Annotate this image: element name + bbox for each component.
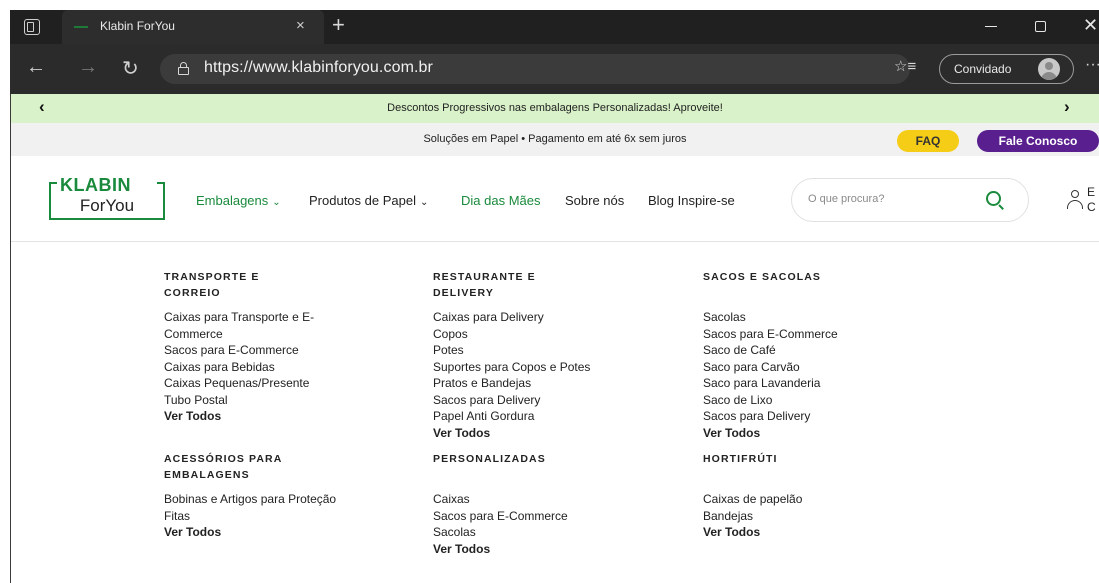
info-bar: Soluções em Papel • Pagamento em até 6x … [11,123,1099,156]
menu-item[interactable]: Potes [433,342,663,359]
menu-item[interactable]: Pratos e Bandejas [433,375,663,392]
logo-text-bottom: ForYou [79,196,135,215]
menu-heading: RESTAURANTE E DELIVERY [433,271,536,299]
minimize-icon[interactable] [985,26,997,27]
nav-dia-das-maes[interactable]: Dia das Mães [461,193,540,208]
menu-heading: PERSONALIZADAS [433,453,546,465]
menu-item[interactable]: Saco para Lavanderia [703,375,933,392]
back-icon[interactable]: ← [26,56,46,79]
menu-item[interactable]: Caixas Pequenas/Presente [164,375,354,392]
menu-column-hortifruti: HORTIFRÚTI Caixas de papelão Bandejas Ve… [703,451,933,541]
see-all-link[interactable]: Ver Todos [164,408,354,425]
mega-menu: TRANSPORTE E CORREIO Caixas para Transpo… [11,243,1099,583]
browser-titlebar: Klabin ForYou × + ✕ [10,10,1099,44]
see-all-link[interactable]: Ver Todos [164,524,394,541]
menu-item[interactable]: Caixas [433,491,663,508]
menu-item[interactable]: Sacos para E-Commerce [433,508,663,525]
nav-sobre-nos[interactable]: Sobre nós [565,193,624,208]
menu-column-restaurante: RESTAURANTE E DELIVERY Caixas para Deliv… [433,269,663,441]
menu-item[interactable]: Papel Anti Gordura [433,408,663,425]
menu-item[interactable]: Tubo Postal [164,392,354,409]
search-input[interactable] [808,193,978,205]
browser-toolbar: ← → ↻ https://www.klabinforyou.com.br ☆≡… [10,44,1099,94]
menu-item[interactable]: Saco para Carvão [703,359,933,376]
menu-item[interactable]: Caixas para Delivery [433,309,663,326]
menu-item[interactable]: Sacos para Delivery [703,408,933,425]
contact-button[interactable]: Fale Conosco [977,130,1099,152]
nav-label: Embalagens [196,193,269,208]
see-all-link[interactable]: Ver Todos [433,541,663,558]
avatar [1038,58,1060,80]
tab-close-icon[interactable]: × [296,17,305,34]
nav-produtos-de-papel[interactable]: Produtos de Papel ⌄ [309,193,428,208]
profile-label: Convidado [954,62,1012,76]
menu-item[interactable]: Sacos para Delivery [433,392,663,409]
menu-item[interactable]: Sacos para E-Commerce [703,326,933,343]
menu-heading: ACESSÓRIOS PARA EMBALAGENS [164,453,283,481]
see-all-link[interactable]: Ver Todos [703,425,933,442]
chevron-down-icon: ⌄ [419,197,429,208]
see-all-link[interactable]: Ver Todos [703,524,933,541]
menu-column-personalizadas: PERSONALIZADAS Caixas Sacos para E-Comme… [433,451,663,557]
tab-actions-icon[interactable] [24,19,40,35]
more-icon[interactable]: ··· [1085,56,1099,74]
forward-icon[interactable]: → [78,56,98,79]
menu-item[interactable]: Sacos para E-Commerce [164,342,354,359]
faq-button[interactable]: FAQ [897,130,959,152]
menu-item[interactable]: Sacolas [703,309,933,326]
new-tab-icon[interactable]: + [332,12,345,38]
favorites-icon[interactable]: ☆≡ [894,57,916,75]
menu-column-transporte: TRANSPORTE E CORREIO Caixas para Transpo… [164,269,384,425]
browser-tab[interactable]: Klabin ForYou × [62,10,324,44]
profile-button[interactable]: Convidado [939,54,1074,84]
menu-item[interactable]: Caixas para Transporte e E-Commerce [164,309,354,342]
chevron-right-icon[interactable]: › [1064,97,1070,117]
menu-item[interactable]: Copos [433,326,663,343]
menu-item[interactable]: Bobinas e Artigos para Proteção [164,491,394,508]
user-icon[interactable] [1067,190,1083,210]
menu-heading: HORTIFRÚTI [703,453,778,465]
tab-title: Klabin ForYou [100,19,175,33]
menu-heading: TRANSPORTE E CORREIO [164,271,260,299]
tab-favicon-icon [74,26,88,28]
klabin-logo[interactable]: KLABIN ForYou [49,175,165,222]
menu-item[interactable]: Caixas para Bebidas [164,359,354,376]
address-bar[interactable]: https://www.klabinforyou.com.br [160,54,910,84]
menu-heading: SACOS E SACOLAS [703,271,822,283]
site-header: KLABIN ForYou Embalagens ⌄ Produtos de Pa… [11,156,1099,242]
user-text[interactable]: E C [1087,185,1099,215]
nav-blog[interactable]: Blog Inspire-se [648,193,735,208]
search-icon[interactable] [986,191,1006,211]
menu-item[interactable]: Caixas de papelão [703,491,933,508]
menu-item[interactable]: Suportes para Copos e Potes [433,359,663,376]
menu-item[interactable]: Sacolas [433,524,663,541]
refresh-icon[interactable]: ↻ [122,56,139,81]
chevron-down-icon: ⌄ [272,197,281,208]
logo-text-top: KLABIN [60,175,131,195]
menu-column-acessorios: ACESSÓRIOS PARA EMBALAGENS Bobinas e Art… [164,451,394,541]
menu-item[interactable]: Fitas [164,508,394,525]
promo-text[interactable]: Descontos Progressivos nas embalagens Pe… [11,102,1099,114]
menu-column-sacos: SACOS E SACOLAS Sacolas Sacos para E-Com… [703,269,933,441]
url-text[interactable]: https://www.klabinforyou.com.br [204,59,433,77]
nav-embalagens[interactable]: Embalagens ⌄ [196,193,281,208]
nav-label: Produtos de Papel [309,193,416,208]
menu-item[interactable]: Saco de Lixo [703,392,933,409]
menu-item[interactable]: Bandejas [703,508,933,525]
search-box [791,178,1029,222]
maximize-icon[interactable] [1035,21,1046,32]
see-all-link[interactable]: Ver Todos [433,425,663,442]
menu-item[interactable]: Saco de Café [703,342,933,359]
close-window-icon[interactable]: ✕ [1083,15,1098,36]
promo-banner: ‹ Descontos Progressivos nas embalagens … [11,94,1099,123]
lock-icon[interactable] [178,62,189,75]
